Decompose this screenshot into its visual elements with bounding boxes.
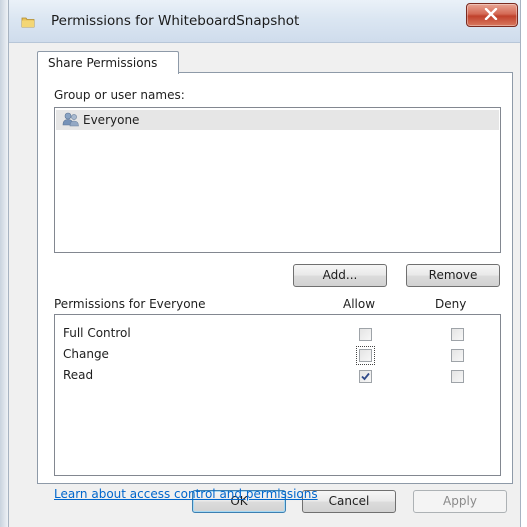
tab-share-permissions[interactable]: Share Permissions bbox=[37, 51, 179, 74]
apply-button[interactable]: Apply bbox=[413, 490, 507, 513]
change-allow-checkbox[interactable] bbox=[356, 346, 375, 365]
full-control-allow-checkbox[interactable] bbox=[359, 328, 372, 341]
permissions-for-label: Permissions for Everyone bbox=[54, 297, 206, 311]
full-control-deny-checkbox[interactable] bbox=[451, 328, 464, 341]
group-names-label: Group or user names: bbox=[54, 88, 185, 102]
allow-column-header: Allow bbox=[343, 297, 376, 311]
folder-icon bbox=[21, 15, 35, 29]
list-item-label: Everyone bbox=[83, 113, 140, 127]
read-deny-checkbox[interactable] bbox=[451, 370, 464, 383]
permissions-dialog: Permissions for WhiteboardSnapshot Share… bbox=[8, 0, 521, 527]
background-window-edge bbox=[0, 0, 8, 527]
tab-label: Share Permissions bbox=[48, 56, 158, 70]
permission-change-label: Change bbox=[63, 347, 109, 361]
tab-panel: Group or user names: Everyone Add... Rem… bbox=[37, 72, 513, 501]
close-x-icon bbox=[484, 8, 498, 20]
change-deny-checkbox[interactable] bbox=[451, 349, 464, 362]
help-link[interactable]: Learn about access control and permissio… bbox=[54, 487, 318, 501]
permission-full-control-label: Full Control bbox=[63, 326, 131, 340]
window-title: Permissions for WhiteboardSnapshot bbox=[51, 13, 300, 29]
permission-read-label: Read bbox=[63, 368, 94, 382]
remove-button[interactable]: Remove bbox=[406, 264, 500, 287]
title-bar[interactable]: Permissions for WhiteboardSnapshot bbox=[9, 0, 520, 43]
users-group-icon bbox=[62, 112, 80, 130]
permissions-list: Full Control Change Read bbox=[54, 314, 501, 476]
group-user-listbox[interactable]: Everyone bbox=[54, 107, 501, 253]
deny-column-header: Deny bbox=[435, 297, 467, 311]
read-allow-checkbox[interactable] bbox=[359, 370, 372, 383]
list-item-everyone[interactable]: Everyone bbox=[56, 110, 499, 130]
dialog-content: Share Permissions Group or user names: E… bbox=[9, 42, 520, 527]
checkmark-icon bbox=[361, 372, 370, 381]
close-button[interactable] bbox=[466, 3, 518, 27]
add-button[interactable]: Add... bbox=[293, 264, 387, 287]
screen: Permissions for WhiteboardSnapshot Share… bbox=[0, 0, 527, 527]
